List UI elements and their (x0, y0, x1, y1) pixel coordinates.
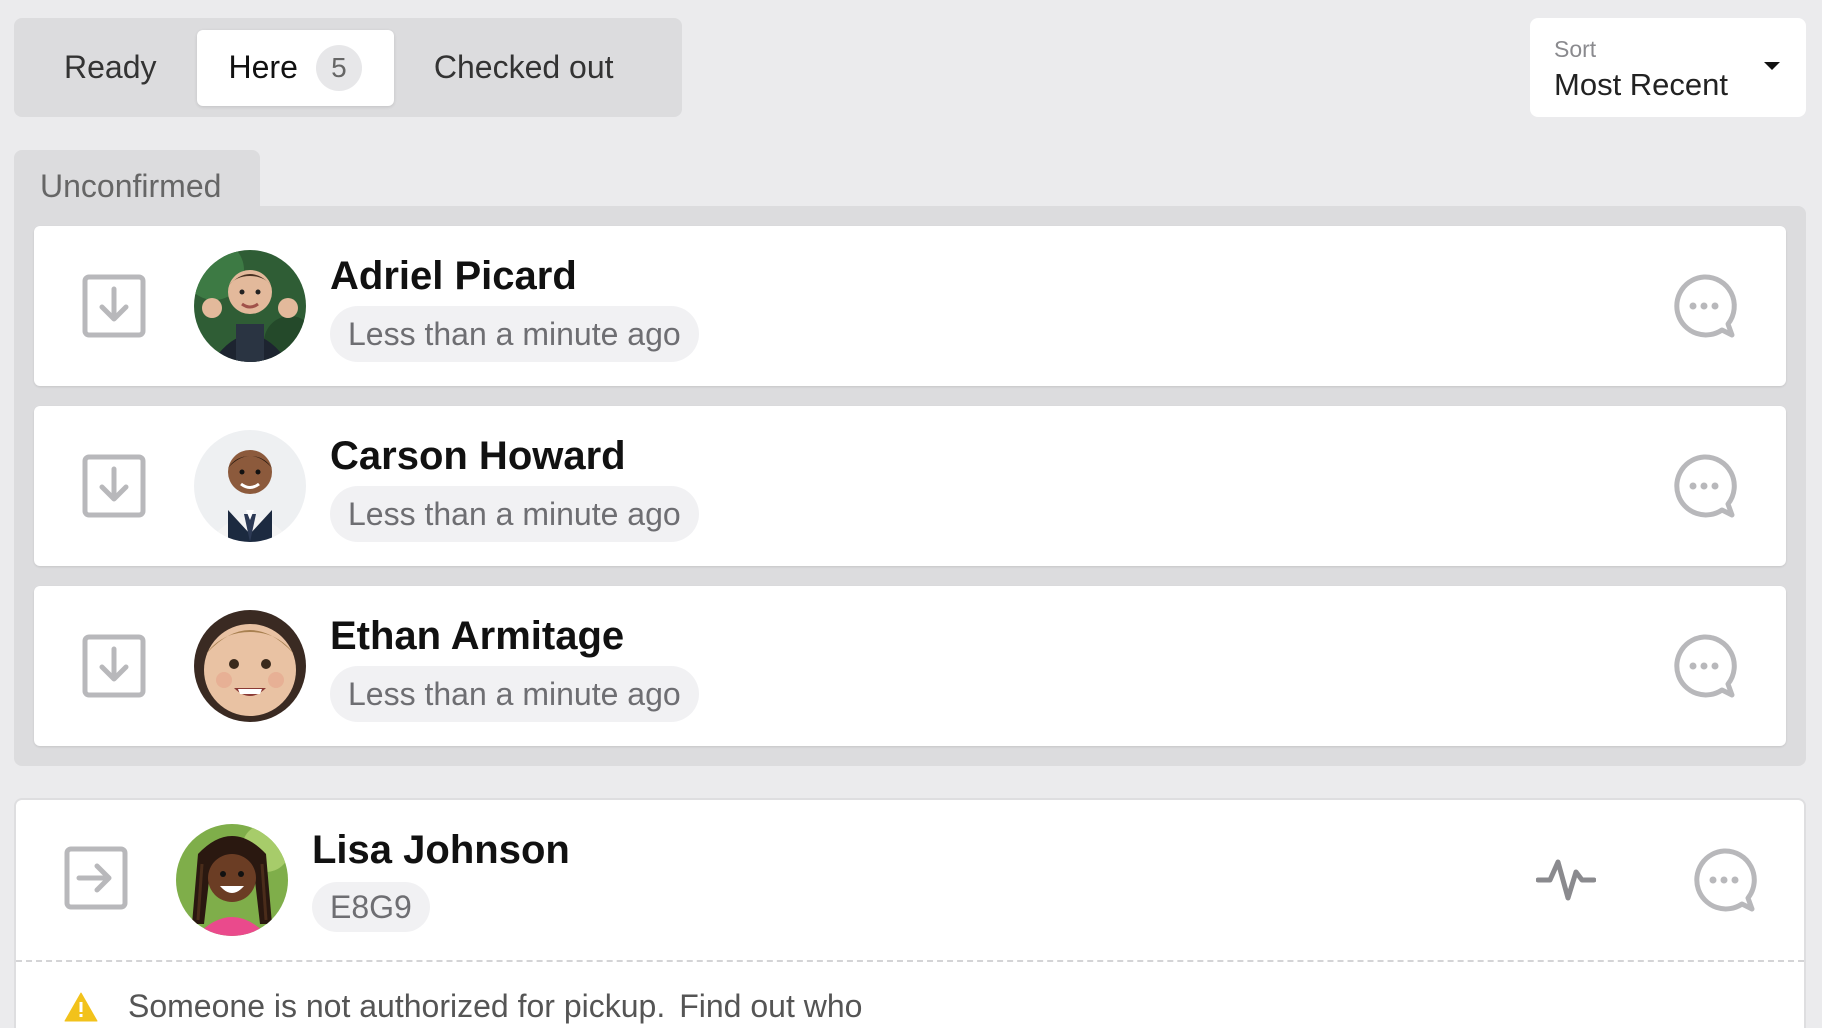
list-item: Ethan Armitage Less than a minute ago (34, 586, 1786, 746)
tab-here-label: Here (228, 49, 298, 85)
chat-bubble-dots-icon[interactable] (1690, 846, 1758, 914)
pickup-warning: Someone is not authorized for pickup. Fi… (64, 988, 862, 1025)
download-arrow-icon[interactable] (82, 274, 146, 338)
warning-text: Someone is not authorized for pickup. (128, 988, 666, 1024)
time-badge: Less than a minute ago (330, 486, 699, 542)
find-out-who-link[interactable]: Find out who (679, 988, 862, 1025)
tab-here[interactable]: Here 5 (196, 29, 394, 106)
avatar (194, 250, 306, 362)
list-item: Carson Howard Less than a minute ago (34, 406, 1786, 566)
chat-bubble-dots-icon[interactable] (1670, 272, 1738, 340)
sort-label: Sort (1554, 36, 1597, 62)
pulse-icon[interactable] (1535, 854, 1597, 904)
time-badge: Less than a minute ago (330, 306, 699, 362)
security-code-badge: E8G9 (312, 882, 430, 932)
child-name: Carson Howard (330, 434, 626, 478)
time-badge: Less than a minute ago (330, 666, 699, 722)
caret-down-icon (1764, 62, 1780, 70)
child-name: Ethan Armitage (330, 614, 625, 658)
tab-checked-out[interactable]: Checked out (394, 30, 654, 106)
unconfirmed-group: Adriel Picard Less than a minute ago Car… (14, 206, 1806, 766)
avatar (194, 430, 306, 542)
child-name: Adriel Picard (330, 254, 577, 298)
sort-value: Most Recent (1554, 67, 1729, 102)
arrow-right-box-icon[interactable] (64, 846, 128, 910)
download-arrow-icon[interactable] (82, 634, 146, 698)
avatar (176, 824, 288, 936)
status-tabs: Ready Here 5 Checked out (14, 18, 682, 117)
group-header: Unconfirmed (14, 150, 260, 210)
list-item: Adriel Picard Less than a minute ago (34, 226, 1786, 386)
tab-ready[interactable]: Ready (24, 30, 197, 106)
tab-ready-label: Ready (64, 49, 157, 85)
warning-triangle-icon (64, 992, 98, 1021)
tab-checked-out-label: Checked out (433, 49, 614, 85)
sort-dropdown[interactable]: Sort Most Recent (1530, 18, 1806, 117)
tab-here-count-badge: 5 (315, 44, 362, 91)
page: Ready Here 5 Checked out Sort Most Recen… (0, 0, 1822, 1028)
group-title: Unconfirmed (40, 168, 222, 204)
chat-bubble-dots-icon[interactable] (1670, 452, 1738, 520)
avatar (194, 610, 306, 722)
download-arrow-icon[interactable] (82, 454, 146, 518)
chat-bubble-dots-icon[interactable] (1670, 632, 1738, 700)
child-name: Lisa Johnson (312, 828, 570, 872)
checked-in-card: Lisa Johnson E8G9 Someone is not authori… (14, 798, 1806, 1028)
divider (16, 960, 1804, 962)
